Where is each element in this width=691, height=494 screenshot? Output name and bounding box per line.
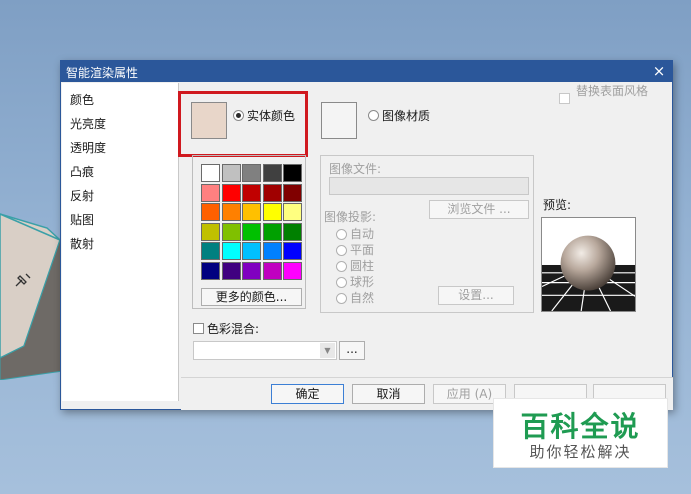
property-category-list: 颜色 光亮度 透明度 凸痕 反射 贴图 散射 — [62, 83, 179, 401]
projection-sphere-radio[interactable] — [336, 277, 347, 288]
ok-button[interactable]: 确定 — [271, 384, 344, 404]
more-colors-button[interactable]: 更多的颜色... — [201, 288, 302, 306]
material-preview-image — [541, 217, 636, 312]
palette-swatch[interactable] — [283, 164, 302, 182]
palette-swatch[interactable] — [262, 183, 282, 202]
watermark-subtitle: 助你轻松解决 — [529, 443, 632, 461]
palette-swatch[interactable] — [262, 261, 282, 280]
watermark-title: 百科全说 — [520, 410, 641, 443]
solid-color-swatch[interactable] — [191, 102, 227, 139]
preview-label: 预览: — [543, 198, 572, 212]
color-blend-select[interactable]: ▼ — [193, 341, 337, 360]
palette-swatch[interactable] — [242, 203, 261, 221]
projection-sphere-label: 球形 — [350, 275, 375, 289]
palette-swatch[interactable] — [262, 203, 282, 221]
chevron-down-icon: ▼ — [320, 343, 335, 358]
projection-auto-radio[interactable] — [336, 229, 347, 240]
smart-render-properties-dialog: 智能渲染属性 × 颜色 光亮度 透明度 凸痕 反射 贴图 散射 实体颜色 图像材… — [60, 60, 673, 410]
sidebar-item-scatter[interactable]: 散射 — [70, 235, 94, 253]
image-material-radio[interactable] — [368, 110, 379, 121]
palette-swatch[interactable] — [262, 242, 282, 260]
palette-swatch[interactable] — [201, 261, 220, 280]
dialog-title: 智能渲染属性 — [66, 66, 139, 80]
projection-cylinder-radio[interactable] — [336, 261, 347, 272]
palette-swatch[interactable] — [283, 242, 302, 260]
palette-swatch[interactable] — [221, 261, 241, 280]
title-bar[interactable]: 智能渲染属性 × — [61, 61, 672, 82]
color-palette-grid — [201, 164, 302, 283]
palette-swatch[interactable] — [221, 164, 241, 182]
palette-swatch[interactable] — [242, 242, 261, 260]
sidebar-item-bump[interactable]: 凸痕 — [70, 163, 94, 181]
projection-plane-label: 平面 — [350, 243, 375, 257]
replace-surface-style-checkbox[interactable] — [559, 93, 570, 104]
projection-plane-radio[interactable] — [336, 245, 347, 256]
projection-settings-button[interactable]: 设置... — [438, 286, 514, 305]
color-settings-panel: 实体颜色 图像材质 替换表面风格 更多的颜色... 图像文件: 浏览文件 ...… — [178, 83, 673, 376]
palette-swatch[interactable] — [242, 164, 261, 182]
palette-swatch[interactable] — [221, 222, 241, 241]
palette-swatch[interactable] — [221, 242, 241, 260]
palette-swatch[interactable] — [201, 203, 220, 221]
palette-swatch[interactable] — [242, 222, 261, 241]
color-blend-more-button[interactable]: ... — [339, 341, 365, 360]
sidebar-item-texture[interactable]: 贴图 — [70, 211, 94, 229]
watermark-logo: 百科全说 助你轻松解决 — [493, 398, 668, 468]
image-projection-label: 图像投影: — [324, 210, 377, 224]
color-blend-checkbox[interactable] — [193, 323, 204, 334]
palette-swatch[interactable] — [242, 261, 261, 280]
palette-swatch[interactable] — [283, 261, 302, 280]
palette-swatch[interactable] — [201, 242, 220, 260]
sidebar-item-reflection[interactable]: 反射 — [70, 187, 94, 205]
browse-file-button[interactable]: 浏览文件 ... — [429, 200, 529, 219]
sidebar-item-color[interactable]: 颜色 — [70, 91, 94, 109]
sidebar-item-transparency[interactable]: 透明度 — [70, 139, 106, 157]
image-material-label: 图像材质 — [382, 109, 431, 123]
palette-swatch[interactable] — [283, 222, 302, 241]
projection-natural-label: 自然 — [350, 291, 375, 305]
palette-swatch[interactable] — [221, 183, 241, 202]
palette-swatch[interactable] — [283, 183, 302, 202]
projection-cylinder-label: 圆柱 — [350, 259, 375, 273]
cancel-button[interactable]: 取消 — [352, 384, 425, 404]
palette-swatch[interactable] — [221, 203, 241, 221]
solid-color-label: 实体颜色 — [247, 109, 296, 123]
palette-swatch[interactable] — [283, 203, 302, 221]
close-icon[interactable]: × — [650, 62, 668, 80]
image-file-label: 图像文件: — [329, 162, 382, 176]
palette-swatch[interactable] — [201, 222, 220, 241]
solid-color-radio[interactable] — [233, 110, 244, 121]
palette-swatch[interactable] — [201, 164, 220, 182]
projection-auto-label: 自动 — [350, 227, 375, 241]
palette-swatch[interactable] — [201, 183, 220, 202]
color-blend-label: 色彩混合: — [207, 322, 260, 336]
palette-swatch[interactable] — [242, 183, 261, 202]
palette-swatch[interactable] — [262, 164, 282, 182]
projection-natural-radio[interactable] — [336, 293, 347, 304]
replace-surface-style-label: 替换表面风格 — [576, 84, 649, 98]
image-material-swatch[interactable] — [321, 102, 357, 139]
sidebar-item-glossiness[interactable]: 光亮度 — [70, 115, 106, 133]
image-file-input[interactable] — [329, 177, 529, 195]
palette-swatch[interactable] — [262, 222, 282, 241]
